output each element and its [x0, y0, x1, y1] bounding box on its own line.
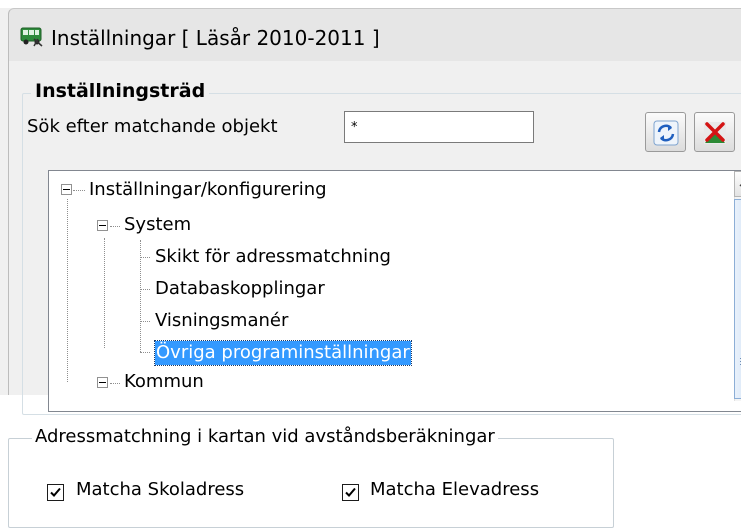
refresh-icon: [653, 120, 679, 146]
tree-line: [140, 352, 150, 353]
tree-line: [104, 238, 105, 348]
tree-line: [67, 199, 68, 382]
clear-filter-button[interactable]: [694, 112, 735, 152]
settings-tree-legend: Inställningsträd: [31, 80, 210, 102]
title-bar[interactable]: Inställningar [ Läsår 2010-2011 ]: [8, 8, 741, 61]
tree-item-database-connections[interactable]: Databaskopplingar: [155, 277, 325, 301]
checkmark-icon: [50, 487, 61, 497]
tree-item-address-layers[interactable]: Skikt för adressmatchning: [155, 245, 391, 269]
match-student-address-checkbox[interactable]: [342, 484, 359, 501]
collapse-icon[interactable]: [97, 220, 108, 231]
chevron-up-icon: [739, 183, 741, 187]
collapse-icon[interactable]: [61, 184, 72, 195]
address-matching-legend: Adressmatchning i kartan vid avståndsber…: [32, 426, 498, 447]
tree-item-settings-config[interactable]: Inställningar/konfigurering: [89, 178, 327, 202]
window-title: Inställningar [ Läsår 2010-2011 ]: [51, 26, 380, 50]
tree-line: [140, 321, 150, 322]
clear-filter-icon: [704, 122, 726, 144]
match-school-address-label[interactable]: Matcha Skoladress: [76, 479, 244, 500]
tree-line: [140, 289, 150, 290]
scroll-up-button[interactable]: [734, 171, 741, 197]
tree-line: [140, 257, 150, 258]
tree-line: [73, 190, 85, 191]
tree-item-system[interactable]: System: [124, 213, 191, 237]
collapse-icon[interactable]: [97, 377, 108, 388]
match-school-address-checkbox[interactable]: [47, 484, 64, 501]
search-label: Sök efter matchande objekt: [27, 116, 278, 137]
checkmark-icon: [345, 487, 356, 497]
tree-item-municipality[interactable]: Kommun: [124, 370, 204, 394]
search-input[interactable]: [344, 111, 534, 143]
bus-icon: [20, 27, 44, 47]
refresh-button[interactable]: [645, 112, 686, 152]
tree-line: [110, 383, 120, 384]
match-student-address-label[interactable]: Matcha Elevadress: [370, 479, 539, 500]
tree-line: [110, 226, 120, 227]
tree-item-other-settings[interactable]: Övriga programinställningar: [154, 340, 412, 366]
scroll-thumb[interactable]: [734, 199, 741, 399]
window-edge: [0, 0, 741, 8]
tree-item-display-manner[interactable]: Visningsmanér: [155, 309, 288, 333]
